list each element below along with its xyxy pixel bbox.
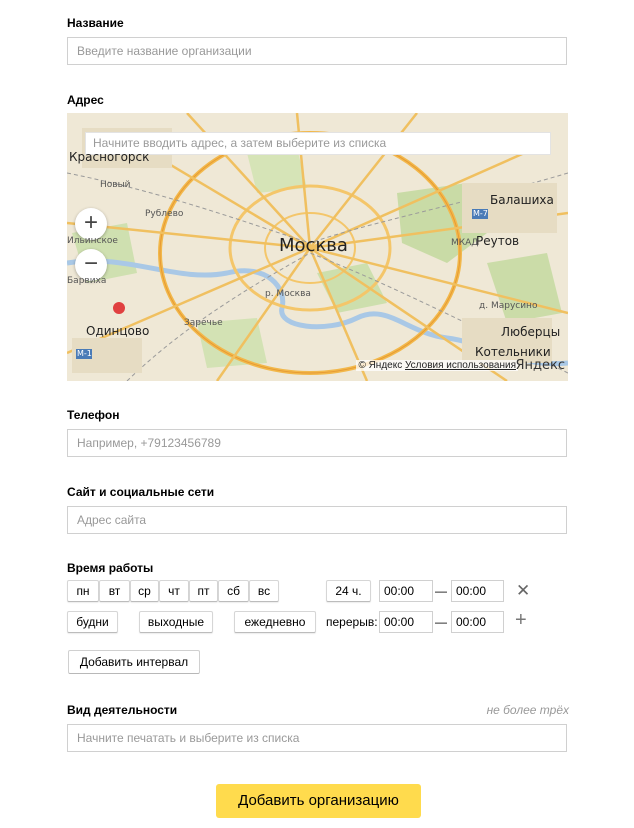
minus-icon: − (83, 250, 98, 277)
map-label-moskva-river: р. Москва (265, 289, 311, 299)
address-label: Адрес (67, 93, 104, 107)
hours-label: Время работы (67, 561, 154, 575)
close-icon[interactable]: ✕ (516, 581, 530, 601)
map-label-lyubertsy: Люберцы (501, 325, 561, 339)
time-from-input[interactable]: 00:00 (379, 580, 433, 602)
map-label-barvikha: Барвиха (67, 276, 107, 286)
day-button-sat[interactable]: сб (218, 580, 249, 602)
day-button-fri[interactable]: пт (189, 580, 218, 602)
map-label-marusino: д. Марусино (479, 301, 538, 311)
map-label-odintsovo: Одинцово (86, 324, 150, 338)
submit-button[interactable]: Добавить организацию (216, 784, 421, 818)
plus-icon: + (83, 209, 98, 236)
address-map[interactable]: Начните вводить адрес, а затем выберите … (67, 113, 568, 381)
map-label-zarechye: Заречье (184, 318, 223, 328)
break-to-input[interactable]: 00:00 (451, 611, 504, 633)
time-to-input[interactable]: 00:00 (451, 580, 504, 602)
map-label-ilyinskoe: Ильинское (67, 236, 118, 246)
phone-input[interactable]: Например, +79123456789 (67, 429, 567, 457)
activity-input[interactable]: Начните печатать и выберите из списка (67, 724, 567, 752)
map-label-moscow: Москва (279, 235, 348, 256)
day-button-wed[interactable]: ср (130, 580, 159, 602)
time-dash: — (435, 584, 447, 598)
day-button-sun[interactable]: вс (249, 580, 279, 602)
map-label-mkad: МКАД (451, 238, 479, 248)
preset-weekdays-button[interactable]: будни (67, 611, 118, 633)
activity-label: Вид деятельности (67, 703, 178, 717)
map-label-reutov: Реутов (476, 234, 520, 248)
map-label-novy: Новый (100, 180, 131, 190)
day-button-thu[interactable]: чт (159, 580, 189, 602)
yandex-logo: Яндекс (515, 358, 565, 373)
map-label-rublevo: Рублево (145, 209, 184, 219)
map-label-kotelniki: Котельники (475, 345, 551, 359)
website-input[interactable]: Адрес сайта (67, 506, 567, 534)
name-input[interactable]: Введите название организации (67, 37, 567, 65)
terms-link[interactable]: Условия использования (405, 360, 516, 371)
map-label-m7: М-7 (473, 209, 488, 218)
round-clock-button[interactable]: 24 ч. (326, 580, 371, 602)
map-label-m1: М-1 (77, 349, 92, 358)
day-button-tue[interactable]: вт (99, 580, 130, 602)
preset-daily-button[interactable]: ежедневно (234, 611, 316, 633)
day-button-mon[interactable]: пн (67, 580, 99, 602)
map-label-balashikha: Балашиха (490, 193, 554, 207)
plus-icon[interactable]: + (515, 609, 527, 632)
map-label-krasnogorsk: Красногорск (69, 150, 150, 164)
break-dash: — (435, 615, 447, 629)
break-label: перерыв: (326, 615, 378, 629)
copyright-text: © Яндекс (358, 360, 403, 371)
break-from-input[interactable]: 00:00 (379, 611, 433, 633)
add-interval-button[interactable]: Добавить интервал (68, 650, 200, 674)
website-label: Сайт и социальные сети (67, 485, 215, 499)
phone-label: Телефон (67, 408, 120, 422)
map-address-search[interactable]: Начните вводить адрес, а затем выберите … (85, 132, 551, 155)
map-copyright: © Яндекс Условия использования (356, 360, 518, 371)
preset-weekend-button[interactable]: выходные (139, 611, 213, 633)
name-label: Название (67, 16, 124, 30)
activity-hint: не более трёх (486, 703, 569, 717)
